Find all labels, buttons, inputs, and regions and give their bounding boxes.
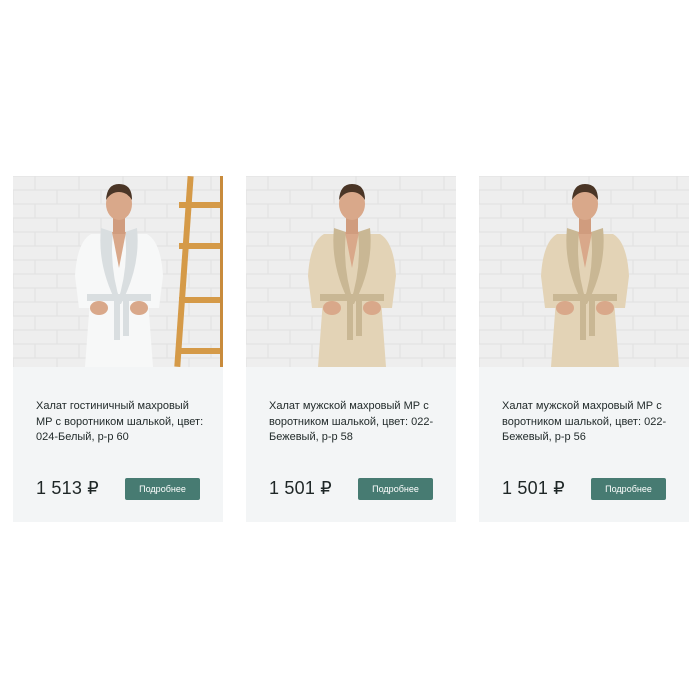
product-price: 1 501 ₽: [502, 478, 565, 498]
product-card[interactable]: Халат мужской махровый МР с воротником ш…: [246, 176, 456, 522]
product-title[interactable]: Халат мужской махровый МР с воротником ш…: [502, 399, 672, 446]
product-image[interactable]: [246, 176, 456, 367]
product-price: 1 513 ₽: [36, 478, 99, 498]
details-button[interactable]: Подробнее: [591, 478, 666, 500]
product-image[interactable]: [13, 176, 223, 367]
product-card[interactable]: Халат гостиничный махровый МР с воротник…: [13, 176, 223, 522]
product-title[interactable]: Халат мужской махровый МР с воротником ш…: [269, 399, 439, 446]
product-card[interactable]: Халат мужской махровый МР с воротником ш…: [479, 176, 689, 522]
product-grid: Халат гостиничный махровый МР с воротник…: [13, 176, 689, 522]
details-button[interactable]: Подробнее: [125, 478, 200, 500]
product-price: 1 501 ₽: [269, 478, 332, 498]
details-button[interactable]: Подробнее: [358, 478, 433, 500]
product-image[interactable]: [479, 176, 689, 367]
product-title[interactable]: Халат гостиничный махровый МР с воротник…: [36, 399, 206, 446]
